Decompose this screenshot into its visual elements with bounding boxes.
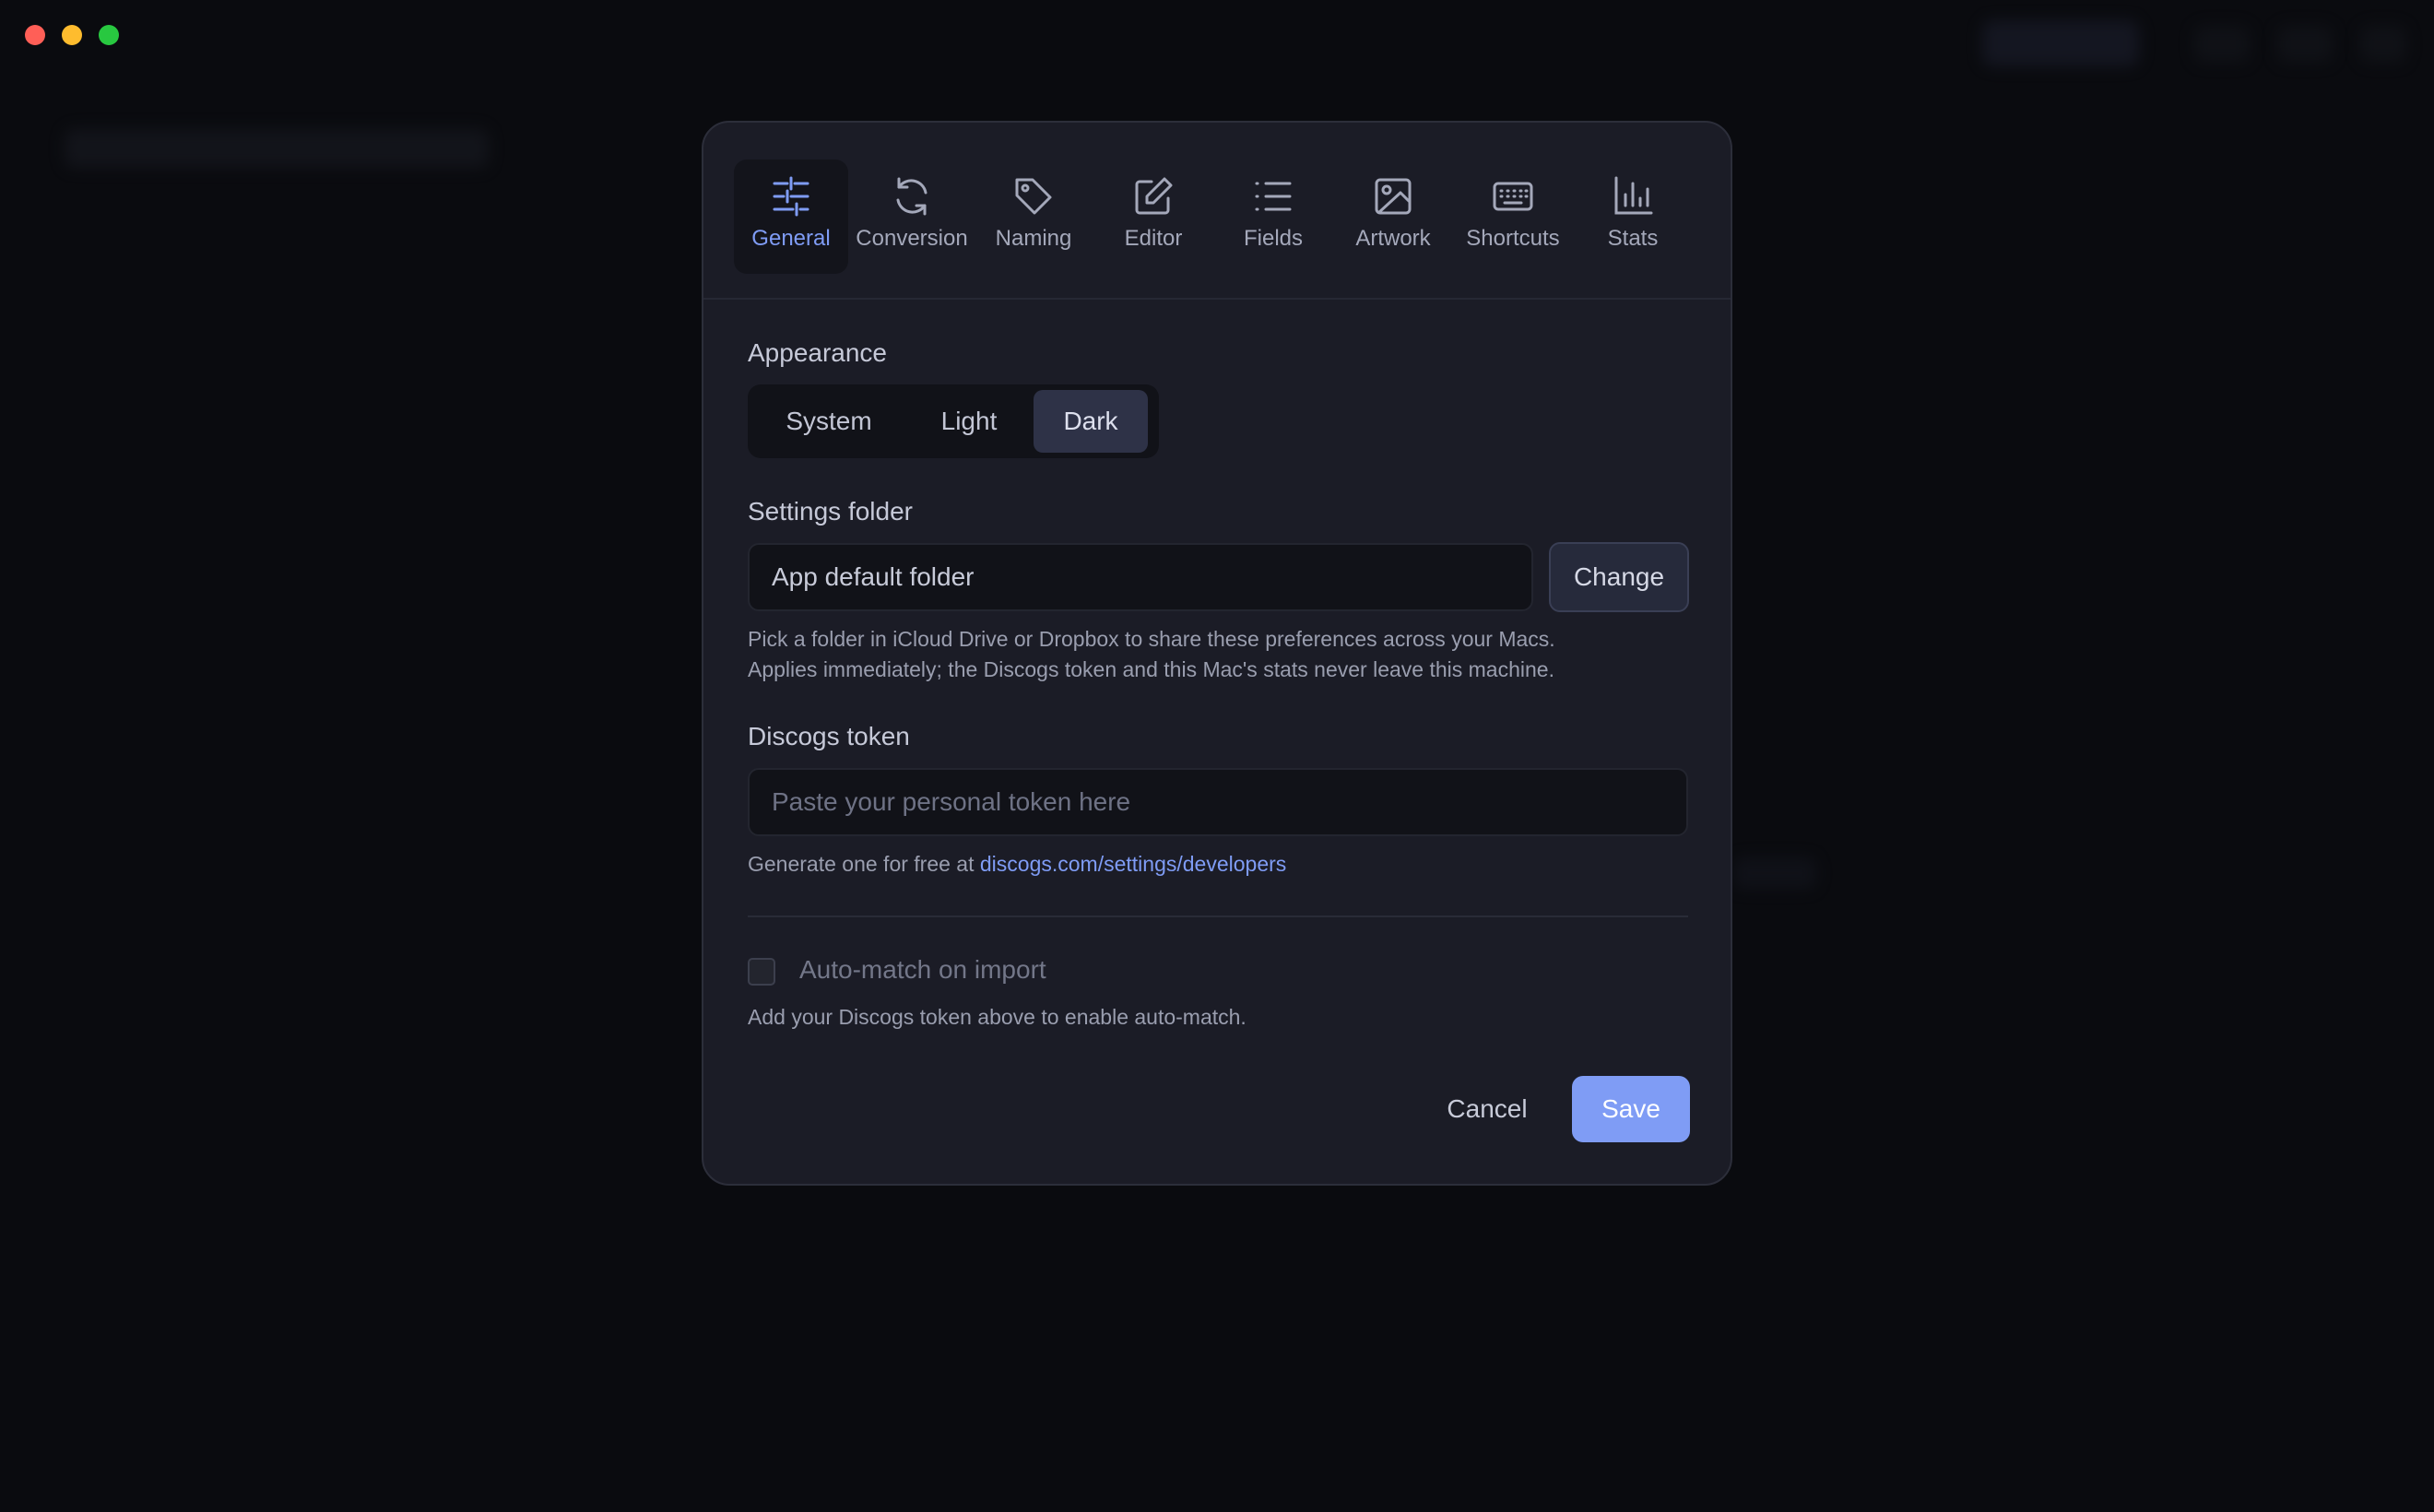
tab-artwork[interactable]: Artwork <box>1336 159 1450 274</box>
bar-chart-icon <box>1614 176 1653 215</box>
discogs-help-text: Generate one for free at <box>748 852 980 876</box>
background-toolbar-button <box>1982 20 2139 66</box>
tab-label: Conversion <box>856 226 968 251</box>
discogs-developers-link[interactable]: discogs.com/settings/developers <box>980 852 1286 876</box>
refresh-icon <box>896 177 928 216</box>
appearance-option-light[interactable]: Light <box>908 390 1030 453</box>
section-divider <box>748 915 1688 917</box>
settings-folder-field[interactable]: App default folder <box>748 543 1533 611</box>
tab-fields[interactable]: Fields <box>1216 159 1330 274</box>
zoom-window-button[interactable] <box>99 25 119 45</box>
change-folder-button[interactable]: Change <box>1549 542 1689 612</box>
appearance-segmented-control: System Light Dark <box>748 384 1159 458</box>
image-icon <box>1375 178 1412 215</box>
save-button[interactable]: Save <box>1572 1076 1690 1142</box>
discogs-token-help: Generate one for free at discogs.com/set… <box>748 849 1286 880</box>
tab-general[interactable]: General <box>734 159 848 274</box>
appearance-option-system[interactable]: System <box>753 390 904 453</box>
auto-match-help: Add your Discogs token above to enable a… <box>748 1005 1247 1029</box>
tab-label: Artwork <box>1355 226 1431 251</box>
settings-dialog: General Conversion Naming Editor Fields … <box>702 121 1732 1186</box>
minimize-window-button[interactable] <box>62 25 82 45</box>
background-title <box>65 129 489 168</box>
cancel-button[interactable]: Cancel <box>1432 1076 1542 1142</box>
tab-label: Stats <box>1607 226 1659 251</box>
background-chip <box>1733 857 1816 889</box>
tab-label: Naming <box>995 226 1072 251</box>
settings-tab-bar: General Conversion Naming Editor Fields … <box>703 123 1731 300</box>
settings-folder-help-line: Applies immediately; the Discogs token a… <box>748 657 1554 681</box>
background-toolbar-button <box>2194 26 2250 63</box>
tab-editor[interactable]: Editor <box>1096 159 1211 274</box>
tab-label: General <box>751 226 831 251</box>
tab-label: Editor <box>1124 226 1183 251</box>
settings-folder-help: Pick a folder in iCloud Drive or Dropbox… <box>748 624 1555 685</box>
tab-label: Fields <box>1243 226 1304 251</box>
tag-icon <box>1015 178 1052 215</box>
settings-folder-label: Settings folder <box>748 497 913 526</box>
list-icon <box>1255 182 1292 211</box>
appearance-option-dark[interactable]: Dark <box>1034 390 1148 453</box>
background-toolbar-button <box>2360 26 2406 63</box>
tab-conversion[interactable]: Conversion <box>855 159 969 274</box>
discogs-token-label: Discogs token <box>748 722 910 750</box>
discogs-token-input[interactable]: Paste your personal token here <box>748 768 1688 836</box>
close-window-button[interactable] <box>25 25 45 45</box>
tab-label: Shortcuts <box>1466 226 1560 251</box>
appearance-label: Appearance <box>748 338 888 367</box>
app-window: General Conversion Naming Editor Fields … <box>0 0 2434 1512</box>
sliders-icon <box>773 176 809 217</box>
keyboard-icon <box>1493 182 1533 211</box>
edit-icon <box>1135 177 1173 215</box>
tab-naming[interactable]: Naming <box>976 159 1091 274</box>
background-toolbar-button <box>2277 26 2333 63</box>
auto-match-label[interactable]: Auto-match on import <box>799 955 1046 985</box>
tab-shortcuts[interactable]: Shortcuts <box>1456 159 1570 274</box>
settings-folder-help-line: Pick a folder in iCloud Drive or Dropbox… <box>748 627 1555 651</box>
auto-match-checkbox[interactable] <box>748 958 775 986</box>
tab-stats[interactable]: Stats <box>1576 159 1690 274</box>
